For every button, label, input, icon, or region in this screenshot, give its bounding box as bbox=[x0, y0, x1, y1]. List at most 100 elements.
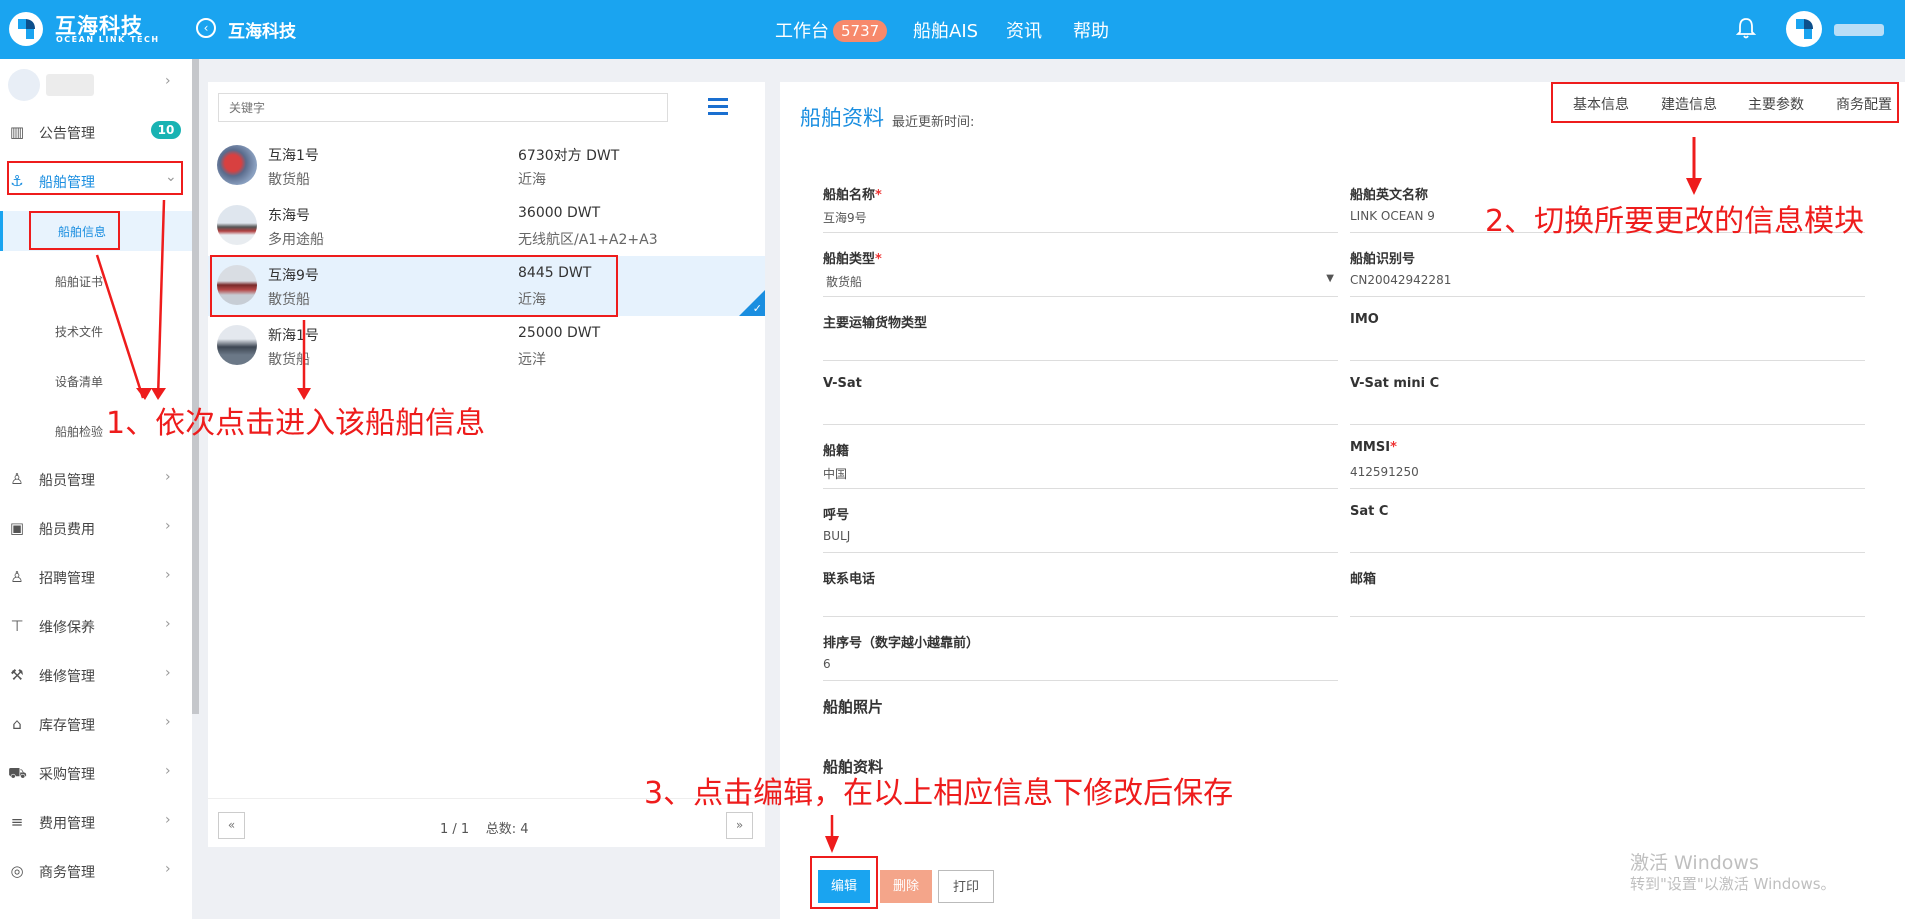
ship-row[interactable]: 互海1号 散货船 6730对方 DWT 近海 bbox=[208, 136, 765, 196]
bell-icon[interactable] bbox=[1735, 16, 1757, 40]
chevron-right-icon: › bbox=[165, 763, 171, 779]
prev-page-button[interactable]: « bbox=[218, 812, 245, 839]
menu-icon[interactable] bbox=[708, 98, 728, 115]
sidebar-item-label: 船员管理 bbox=[39, 473, 95, 489]
annotation-box-ship-info bbox=[29, 211, 120, 250]
windows-watermark-title: 激活 Windows bbox=[1630, 852, 1759, 874]
ship-row[interactable]: 新海1号 散货船 25000 DWT 远洋 bbox=[208, 316, 765, 376]
sidebar-item-label: 船员费用 bbox=[39, 522, 95, 538]
chevron-right-icon: › bbox=[165, 714, 171, 730]
page-number: 1 / 1 bbox=[440, 822, 470, 837]
chevron-right-icon: › bbox=[165, 567, 171, 583]
ship-photos-heading: 船舶照片 bbox=[823, 698, 884, 716]
chevron-right-icon: › bbox=[165, 665, 171, 681]
flag-label: 船籍 bbox=[823, 444, 850, 459]
sidebar-item-maintenance[interactable]: ⊤ 维修保养 › bbox=[0, 606, 192, 646]
nav-news[interactable]: 资讯 bbox=[1006, 17, 1042, 43]
email-field[interactable] bbox=[1350, 593, 1865, 617]
vsat-mini-field[interactable] bbox=[1350, 401, 1865, 425]
mmsi-field[interactable]: 412591250 bbox=[1350, 465, 1865, 489]
ship-type-select[interactable]: 散货船 ▼ bbox=[823, 273, 1338, 297]
callsign-field[interactable]: BULJ bbox=[823, 529, 1338, 553]
back-icon[interactable]: ‹ bbox=[196, 18, 216, 38]
cart-icon: ⛟ bbox=[8, 764, 27, 782]
mmsi-label-text: MMSI bbox=[1350, 440, 1391, 455]
imo-field[interactable] bbox=[1350, 337, 1865, 361]
sidebar-item-label: 招聘管理 bbox=[39, 571, 95, 587]
username-redacted bbox=[1834, 24, 1884, 36]
sidebar-item-business[interactable]: ◎ 商务管理 › bbox=[0, 851, 192, 891]
ship-name-label-text: 船舶名称 bbox=[823, 188, 876, 203]
book-icon: ▥ bbox=[9, 123, 25, 141]
person-icon: ♙ bbox=[10, 470, 24, 488]
ship-list-panel: 互海1号 散货船 6730对方 DWT 近海 东海号 多用途船 36000 DW… bbox=[208, 82, 765, 847]
sort-order-label: 排序号（数字越小越靠前） bbox=[823, 636, 980, 651]
detail-title: 船舶资料 bbox=[800, 106, 884, 130]
sidebar-username-redacted bbox=[46, 74, 94, 96]
ship-type-label: 船舶类型* bbox=[823, 248, 882, 267]
page-title: 互海科技 bbox=[228, 22, 296, 42]
wallet-icon: ▣ bbox=[9, 519, 25, 537]
sidebar-item-recruit[interactable]: ♙ 招聘管理 › bbox=[0, 557, 192, 597]
nav-workbench[interactable]: 工作台 5737 bbox=[775, 17, 888, 43]
ship-name-label: 船舶名称* bbox=[823, 184, 882, 203]
annotation-step2: 2、切换所要更改的信息模块 bbox=[1485, 204, 1865, 239]
delete-button[interactable]: 删除 bbox=[880, 870, 932, 903]
next-page-button[interactable]: » bbox=[726, 812, 753, 839]
ship-dwt: 36000 DWT bbox=[518, 205, 601, 221]
sidebar-item-label: 费用管理 bbox=[39, 816, 95, 832]
notice-badge: 10 bbox=[151, 121, 181, 139]
ship-area: 无线航区/A1+A2+A3 bbox=[518, 232, 658, 248]
sidebar-subitem-label: 技术文件 bbox=[55, 325, 104, 339]
sidebar-item-repair[interactable]: ⚒ 维修管理 › bbox=[0, 655, 192, 695]
sidebar-scrollbar[interactable] bbox=[192, 59, 199, 714]
total-count: 总数: 4 bbox=[485, 822, 529, 837]
chevron-right-icon[interactable]: › bbox=[165, 73, 171, 89]
cargo-type-field[interactable] bbox=[823, 337, 1338, 361]
database-icon: ≡ bbox=[10, 813, 24, 831]
sort-order-field[interactable]: 6 bbox=[823, 657, 1338, 681]
print-button[interactable]: 打印 bbox=[938, 870, 994, 903]
phone-label: 联系电话 bbox=[823, 572, 876, 587]
sidebar-subitem-label: 船舶证书 bbox=[55, 275, 104, 289]
sidebar-subitem-label: 船舶检验 bbox=[55, 425, 104, 439]
home-icon: ⌂ bbox=[12, 715, 22, 733]
annotation-box-ship-mgmt bbox=[7, 161, 183, 195]
ship-thumbnail bbox=[217, 325, 257, 365]
annotation-box-tabs bbox=[1551, 82, 1899, 123]
vsat-field[interactable] bbox=[823, 401, 1338, 425]
ship-type-label-text: 船舶类型 bbox=[823, 252, 876, 267]
ship-name-field[interactable]: 互海9号 bbox=[823, 209, 1338, 233]
workbench-badge: 5737 bbox=[833, 20, 888, 42]
sidebar-item-inventory[interactable]: ⌂ 库存管理 › bbox=[0, 704, 192, 744]
sidebar-subitem-equipment[interactable]: 设备清单 bbox=[0, 361, 192, 401]
windows-watermark-sub: 转到"设置"以激活 Windows。 bbox=[1630, 875, 1836, 893]
sidebar-subitem-ship-cert[interactable]: 船舶证书 bbox=[0, 261, 192, 301]
nav-help[interactable]: 帮助 bbox=[1073, 17, 1109, 43]
search-input[interactable] bbox=[218, 93, 668, 122]
ship-area: 近海 bbox=[518, 172, 546, 188]
nav-ship-ais[interactable]: 船舶AIS bbox=[913, 17, 978, 43]
sidebar-item-expense[interactable]: ≡ 费用管理 › bbox=[0, 802, 192, 842]
ship-name: 互海1号 bbox=[268, 148, 319, 164]
avatar[interactable] bbox=[1786, 11, 1822, 47]
ship-row[interactable]: 东海号 多用途船 36000 DWT 无线航区/A1+A2+A3 bbox=[208, 196, 765, 256]
brand-tagline: OCEAN LINK TECH bbox=[56, 35, 160, 44]
sidebar-item-crew-cost[interactable]: ▣ 船员费用 › bbox=[0, 508, 192, 548]
annotation-box-ship-row bbox=[210, 255, 618, 317]
sidebar-item-crew[interactable]: ♙ 船员管理 › bbox=[0, 459, 192, 499]
sidebar-avatar bbox=[8, 69, 40, 101]
ship-dwt: 25000 DWT bbox=[518, 325, 601, 341]
sidebar-item-purchase[interactable]: ⛟ 采购管理 › bbox=[0, 753, 192, 793]
sidebar-subitem-tech-docs[interactable]: 技术文件 bbox=[0, 311, 192, 351]
satc-field[interactable] bbox=[1350, 529, 1865, 553]
flag-field[interactable]: 中国 bbox=[823, 465, 1338, 489]
ship-id-field[interactable]: CN20042942281 bbox=[1350, 273, 1865, 297]
sidebar-item-label: 库存管理 bbox=[39, 718, 95, 734]
globe-icon: ◎ bbox=[10, 862, 24, 880]
ship-dwt: 6730对方 DWT bbox=[518, 148, 620, 164]
phone-field[interactable] bbox=[823, 593, 1338, 617]
ship-type: 散货船 bbox=[268, 352, 310, 368]
required-mark: * bbox=[1390, 440, 1397, 455]
required-mark: * bbox=[875, 252, 882, 267]
